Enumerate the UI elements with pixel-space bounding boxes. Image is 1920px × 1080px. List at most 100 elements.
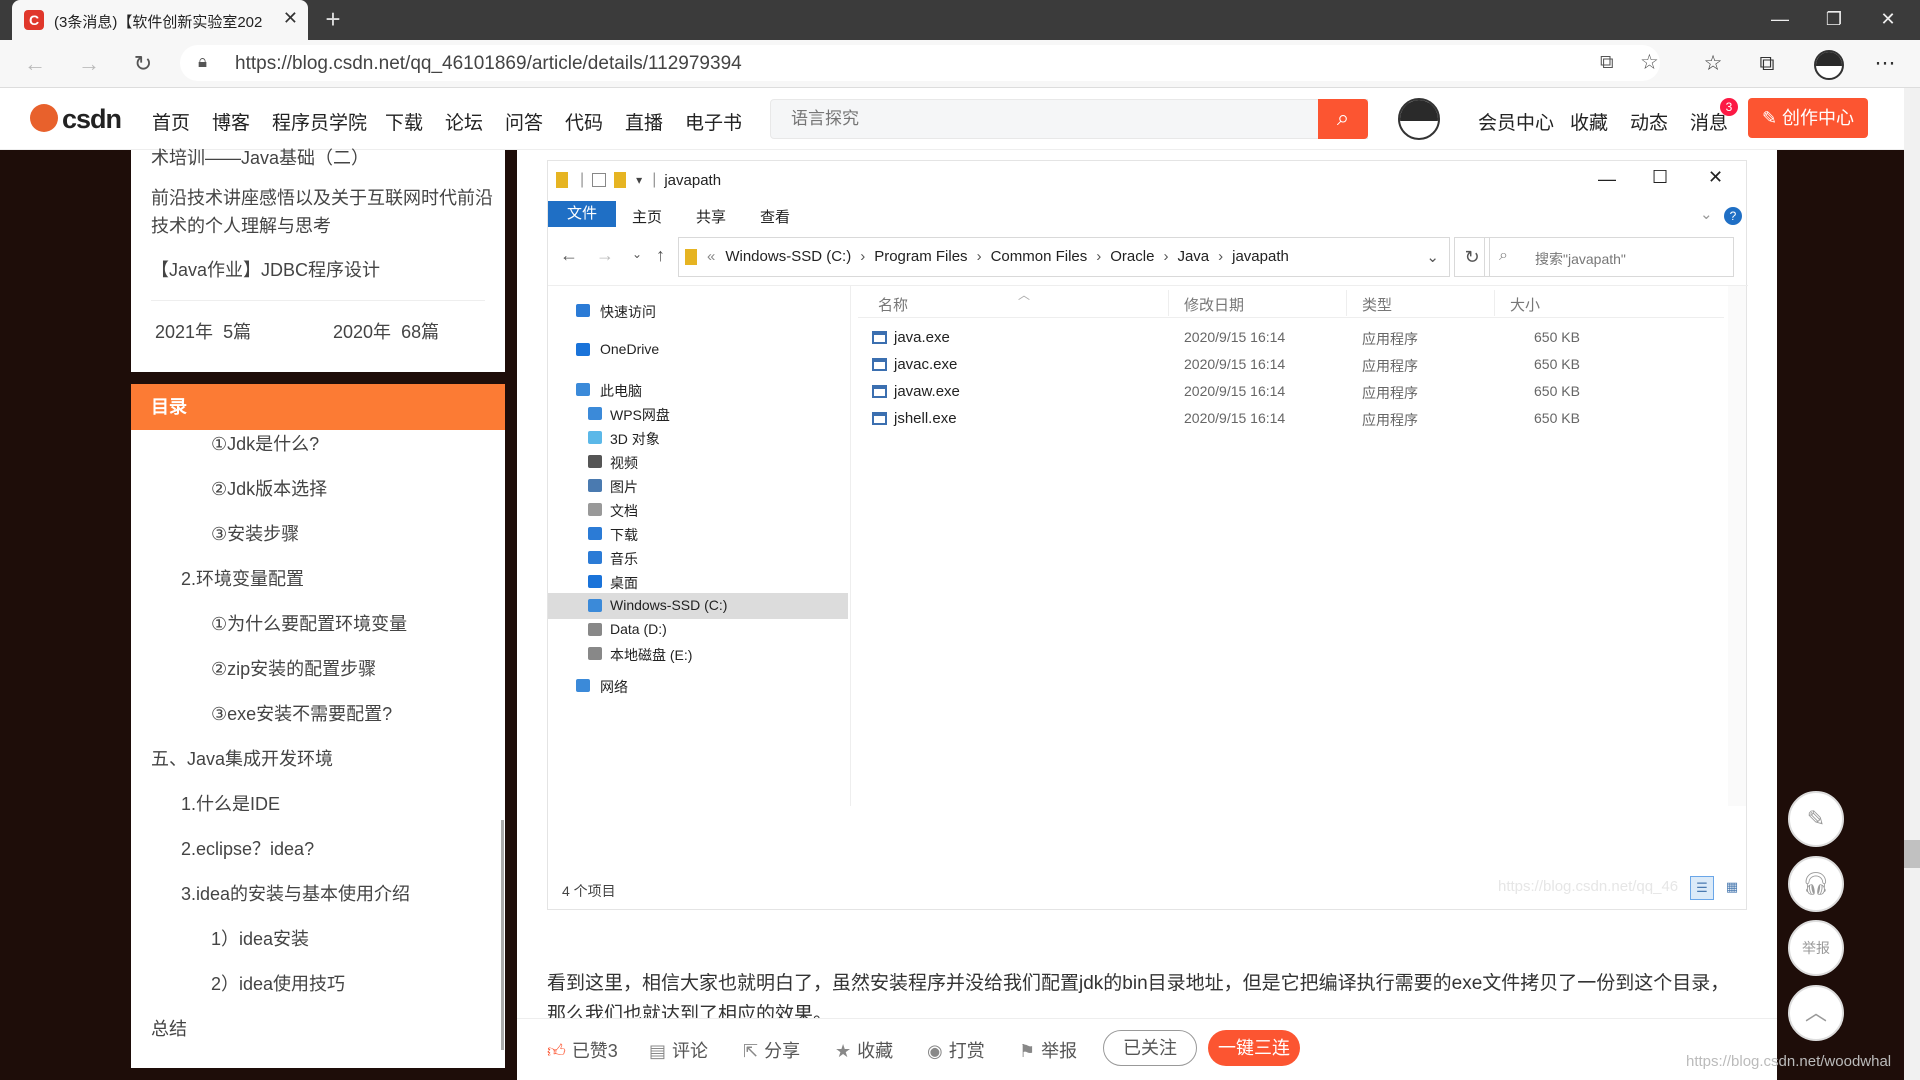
nav-forum[interactable]: 论坛 — [445, 108, 483, 135]
nav-pane-item[interactable]: OneDrive — [548, 337, 848, 363]
add-favorite-icon[interactable]: ☆ — [1640, 50, 1659, 75]
back-to-top-button[interactable]: ︿ — [1788, 985, 1844, 1041]
activity-link[interactable]: 动态 — [1630, 108, 1668, 135]
nav-pane-item[interactable]: 快速访问 — [548, 298, 848, 324]
breadcrumb-separator-icon[interactable]: › — [1096, 248, 1101, 265]
ribbon-tab-view[interactable]: 查看 — [760, 206, 790, 227]
nav-pane-item[interactable]: 3D 对象 — [548, 425, 848, 451]
nav-pane-item[interactable]: Data (D:) — [548, 617, 848, 643]
refresh-button[interactable]: ↻ — [126, 48, 160, 80]
url-text[interactable]: https://blog.csdn.net/qq_46101869/articl… — [235, 53, 742, 75]
file-row[interactable]: javac.exe 2020/9/15 16:14 应用程序 650 KB — [858, 352, 1724, 378]
file-row[interactable]: jshell.exe 2020/9/15 16:14 应用程序 650 KB — [858, 406, 1724, 432]
nav-academy[interactable]: 程序员学院 — [272, 108, 367, 135]
browser-tab[interactable]: C (3条消息)【软件创新实验室202 ✕ — [12, 0, 308, 40]
up-arrow-icon[interactable]: ↑ — [656, 245, 665, 266]
properties-icon[interactable] — [592, 173, 607, 187]
favorite-button[interactable]: ★ 收藏 — [835, 1037, 893, 1063]
column-size[interactable]: 大小 — [1510, 294, 1540, 315]
toc-item[interactable]: 2）idea使用技巧 — [211, 970, 345, 996]
toc-item[interactable]: 1.什么是IDE — [181, 790, 280, 816]
toc-item[interactable]: ②Jdk版本选择 — [211, 475, 327, 501]
restore-window-button[interactable]: ❐ — [1806, 0, 1862, 40]
large-icons-view-icon[interactable]: ▦ — [1720, 876, 1744, 900]
page-scrollbar-thumb[interactable] — [1904, 840, 1920, 868]
collections-icon[interactable]: ⧉ — [1750, 48, 1784, 80]
toc-item[interactable]: 总结 — [151, 1015, 187, 1041]
back-arrow-icon[interactable]: ← — [560, 245, 578, 266]
breadcrumb-separator-icon[interactable]: › — [1163, 248, 1168, 265]
related-article-link[interactable]: 【Java作业】JDBC程序设计 — [151, 256, 496, 284]
nav-pane-item[interactable]: 本地磁盘 (E:) — [548, 641, 848, 667]
create-center-button[interactable]: ✎ 创作中心 — [1748, 98, 1868, 138]
nav-pane-item[interactable]: Windows-SSD (C:) — [548, 593, 848, 619]
toc-item[interactable]: 3.idea的安装与基本使用介绍 — [181, 880, 410, 906]
nav-pane-item[interactable]: 音乐 — [548, 545, 848, 571]
recent-locations-icon[interactable]: ⌄ — [632, 247, 642, 261]
report-button[interactable]: ⚑ 举报 — [1019, 1037, 1077, 1063]
nav-blog[interactable]: 博客 — [212, 108, 250, 135]
member-center-link[interactable]: 会员中心 — [1478, 108, 1554, 135]
related-article-link[interactable]: 前沿技术讲座感悟以及关于互联网时代前沿技术的个人理解与思考 — [151, 184, 496, 240]
details-view-icon[interactable]: ☰ — [1690, 876, 1714, 900]
nav-download[interactable]: 下载 — [385, 108, 423, 135]
nav-pane-item[interactable]: 视频 — [548, 449, 848, 475]
close-window-button[interactable]: ✕ — [1860, 0, 1916, 40]
minimize-window-button[interactable]: — — [1752, 0, 1808, 40]
search-button[interactable]: ⌕ — [1318, 99, 1368, 139]
explorer-minimize-button[interactable]: — — [1598, 169, 1616, 190]
nav-code[interactable]: 代码 — [565, 108, 603, 135]
new-folder-icon[interactable] — [614, 172, 627, 188]
nav-ebook[interactable]: 电子书 — [685, 108, 742, 135]
follow-button[interactable]: 已关注 — [1103, 1030, 1197, 1066]
site-search-input[interactable] — [771, 100, 1367, 138]
breadcrumb-item[interactable]: Common Files — [991, 248, 1088, 265]
forward-arrow-icon[interactable]: → — [596, 245, 614, 266]
url-bar[interactable]: 🔒︎ https://blog.csdn.net/qq_46101869/art… — [180, 45, 1660, 81]
explorer-maximize-button[interactable]: ☐ — [1652, 167, 1668, 188]
close-tab-icon[interactable]: ✕ — [283, 8, 298, 29]
toc-item[interactable]: 2.eclipse？idea? — [181, 835, 314, 861]
toc-item[interactable]: 五、Java集成开发环境 — [151, 745, 333, 771]
back-button[interactable]: ← — [18, 48, 52, 80]
column-name[interactable]: 名称 — [878, 294, 908, 315]
customize-toolbar-icon[interactable]: ▾ — [636, 173, 642, 187]
nav-pane-item[interactable]: 图片 — [548, 473, 848, 499]
toc-item[interactable]: 2.环境变量配置 — [181, 565, 304, 591]
toc-item[interactable]: ①为什么要配置环境变量 — [211, 610, 407, 636]
nav-home[interactable]: 首页 — [152, 108, 190, 135]
breadcrumb-item[interactable]: Oracle — [1110, 248, 1154, 265]
favorites-link[interactable]: 收藏 — [1570, 108, 1608, 135]
toc-scrollbar[interactable] — [501, 820, 504, 1050]
reward-button[interactable]: ◉ 打赏 — [927, 1037, 985, 1063]
share-button[interactable]: ⇱ 分享 — [743, 1037, 800, 1063]
comment-button[interactable]: ▤ 评论 — [649, 1037, 708, 1063]
column-type[interactable]: 类型 — [1362, 294, 1392, 315]
new-tab-button[interactable]: + — [318, 4, 348, 36]
breadcrumb-item[interactable]: Java — [1177, 248, 1209, 265]
page-scrollbar[interactable] — [1904, 88, 1920, 1080]
favorites-icon[interactable]: ☆ — [1696, 48, 1730, 80]
file-row[interactable]: javaw.exe 2020/9/15 16:14 应用程序 650 KB — [858, 379, 1724, 405]
path-bar[interactable]: « Windows-SSD (C:) › Program Files › Common F… — [678, 237, 1450, 277]
breadcrumb-separator-icon[interactable]: › — [860, 248, 865, 265]
nav-qa[interactable]: 问答 — [505, 108, 543, 135]
path-dropdown-icon[interactable]: ⌄ — [1426, 248, 1439, 266]
nav-pane-item[interactable]: 此电脑 — [548, 377, 848, 403]
toc-item[interactable]: ③exe安装不需要配置? — [211, 700, 392, 726]
reader-view-icon[interactable]: ⧉ — [1600, 52, 1614, 74]
toc-item[interactable]: ①Jdk是什么? — [211, 430, 319, 456]
ribbon-tab-home[interactable]: 主页 — [632, 206, 662, 227]
edit-float-button[interactable]: ✎ — [1788, 791, 1844, 847]
user-avatar[interactable] — [1398, 98, 1440, 140]
file-row[interactable]: java.exe 2020/9/15 16:14 应用程序 650 KB — [858, 325, 1724, 351]
breadcrumb-item[interactable]: Windows-SSD (C:) — [725, 248, 851, 265]
ribbon-tab-share[interactable]: 共享 — [696, 206, 726, 227]
content-scrollbar[interactable] — [1728, 286, 1746, 806]
breadcrumb-item[interactable]: Program Files — [874, 248, 967, 265]
forward-button[interactable]: → — [72, 48, 106, 80]
expand-ribbon-icon[interactable]: ⌄ — [1700, 205, 1713, 223]
breadcrumb-item[interactable]: javapath — [1232, 248, 1289, 265]
archive-2020[interactable]: 2020年 68篇 — [333, 318, 439, 346]
nav-pane-item[interactable]: 文档 — [548, 497, 848, 523]
